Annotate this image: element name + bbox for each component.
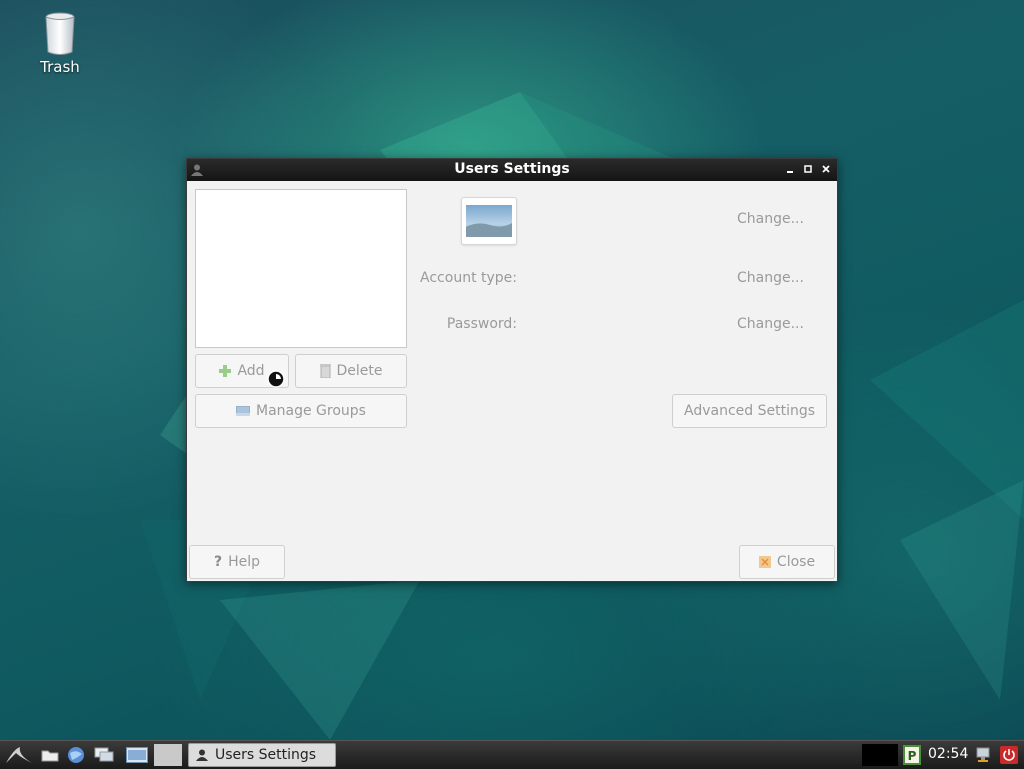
maximize-button[interactable] xyxy=(801,162,815,176)
taskbar: Users Settings P 02:54 xyxy=(0,740,1024,769)
file-manager-button[interactable] xyxy=(38,744,62,766)
change-password-link[interactable]: Change... xyxy=(737,316,804,332)
trash-desktop-icon[interactable]: Trash xyxy=(26,12,94,76)
close-button[interactable]: Close xyxy=(739,545,835,579)
minimize-icon xyxy=(787,171,793,173)
network-icon xyxy=(976,747,990,762)
show-desktop-button[interactable] xyxy=(92,744,116,766)
help-button[interactable]: ? Help xyxy=(189,545,285,579)
close-window-button[interactable] xyxy=(819,162,833,176)
close-button-icon xyxy=(758,556,771,568)
user-picture-button[interactable] xyxy=(461,197,517,245)
browser-icon xyxy=(68,747,84,763)
delete-icon xyxy=(319,364,331,378)
browser-button[interactable] xyxy=(64,744,88,766)
change-picture-link[interactable]: Change... xyxy=(737,211,804,227)
user-list[interactable] xyxy=(195,189,407,348)
advanced-settings-label: Advanced Settings xyxy=(683,403,816,419)
clock[interactable]: 02:54 xyxy=(928,746,968,762)
manage-groups-icon xyxy=(236,406,250,416)
change-account-type-link[interactable]: Change... xyxy=(737,270,804,286)
power-icon xyxy=(1000,746,1018,764)
add-icon xyxy=(219,365,232,377)
busy-cursor xyxy=(267,370,285,388)
package-icon: P xyxy=(903,745,921,765)
user-picture-icon xyxy=(466,205,512,237)
window-title: Users Settings xyxy=(454,161,570,177)
cpu-monitor xyxy=(862,744,898,766)
users-settings-window: Users Settings Add Delete Manage Groups xyxy=(186,158,838,582)
terminal-button[interactable] xyxy=(124,744,150,766)
taskbar-task-users-settings[interactable]: Users Settings xyxy=(188,743,336,767)
app-icon xyxy=(196,749,208,761)
start-menu-icon xyxy=(6,747,32,763)
start-menu-button[interactable] xyxy=(2,744,36,766)
trash-label: Trash xyxy=(40,58,80,76)
power-button[interactable] xyxy=(998,744,1020,766)
desktop-pager[interactable] xyxy=(154,744,182,766)
package-updates-button[interactable]: P xyxy=(902,744,922,766)
delete-user-button[interactable]: Delete xyxy=(295,354,407,388)
manage-groups-button[interactable]: Manage Groups xyxy=(195,394,407,428)
network-button[interactable] xyxy=(972,744,994,766)
svg-text:P: P xyxy=(908,749,917,763)
task-label: Users Settings xyxy=(215,747,317,763)
show-desktop-icon xyxy=(94,747,114,762)
close-icon xyxy=(822,165,830,173)
advanced-settings-button[interactable]: Advanced Settings xyxy=(672,394,827,428)
close-label: Close xyxy=(776,554,816,570)
password-label: Password: xyxy=(446,316,517,332)
minimize-button[interactable] xyxy=(783,162,797,176)
help-label: Help xyxy=(228,554,261,570)
file-manager-icon xyxy=(41,750,59,762)
trash-icon xyxy=(45,12,75,55)
window-titlebar[interactable]: Users Settings xyxy=(187,159,837,181)
maximize-icon xyxy=(804,165,812,173)
window-content: Add Delete Manage Groups Change... Accou… xyxy=(187,181,837,581)
account-type-label: Account type: xyxy=(420,270,517,286)
help-icon: ? xyxy=(213,554,223,570)
delete-label: Delete xyxy=(336,363,383,379)
terminal-icon xyxy=(126,747,148,763)
manage-groups-label: Manage Groups xyxy=(256,403,366,419)
add-label: Add xyxy=(237,363,265,379)
